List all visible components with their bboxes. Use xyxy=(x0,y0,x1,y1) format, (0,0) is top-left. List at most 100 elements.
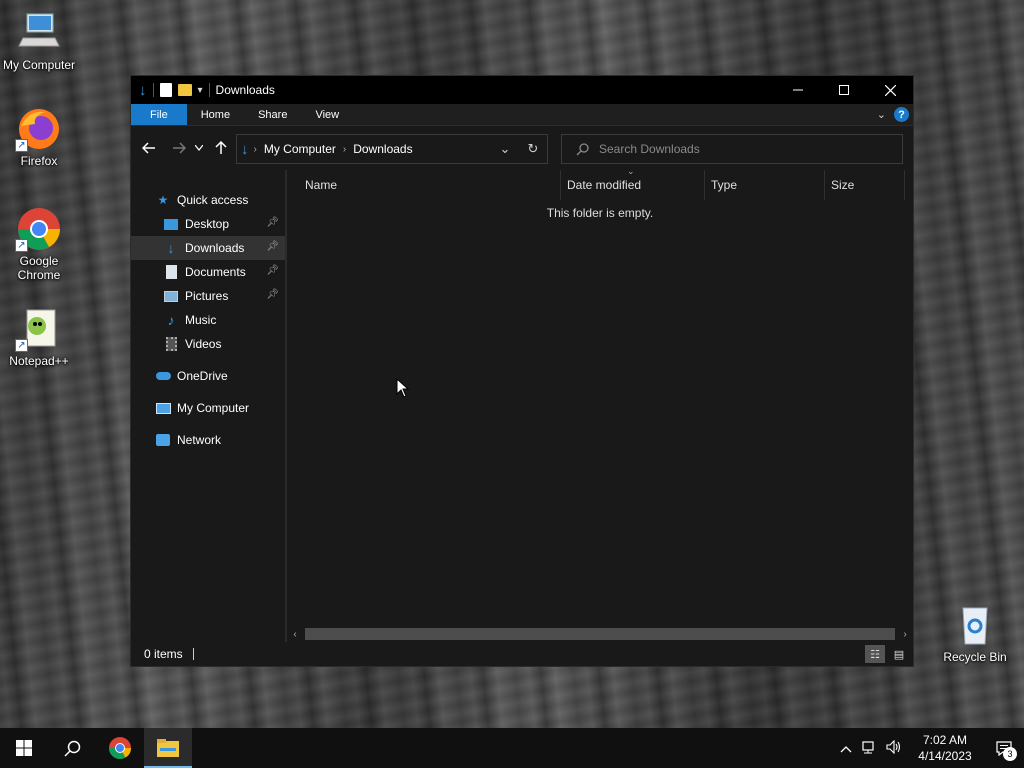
nav-network[interactable]: Network xyxy=(131,428,285,452)
up-button[interactable] xyxy=(210,137,232,159)
tab-home[interactable]: Home xyxy=(187,104,244,125)
empty-folder-message: This folder is empty. xyxy=(546,206,654,220)
computer-icon xyxy=(15,10,63,56)
desktop-icon-my-computer[interactable]: My Computer xyxy=(1,10,77,72)
refresh-icon[interactable]: ↻ xyxy=(519,141,547,157)
window-title: Downloads xyxy=(215,83,275,97)
desktop-icon-recycle-bin[interactable]: Recycle Bin xyxy=(937,602,1013,664)
navigation-bar: ↓ › My Computer › Downloads ⌄ ↻ Search D… xyxy=(131,126,913,170)
nav-documents[interactable]: Documents 📌︎ xyxy=(131,260,285,284)
forward-button[interactable] xyxy=(168,137,190,159)
computer-icon xyxy=(155,400,171,416)
action-center-button[interactable]: 3 xyxy=(984,728,1024,768)
tab-share[interactable]: Share xyxy=(244,104,301,125)
shortcut-arrow-icon: ↗ xyxy=(15,339,28,352)
pin-icon: 📌︎ xyxy=(266,265,279,276)
search-box[interactable]: Search Downloads xyxy=(561,134,903,164)
mouse-cursor-icon xyxy=(396,378,410,398)
nav-label: My Computer xyxy=(177,401,250,415)
scroll-left-icon[interactable]: ‹ xyxy=(287,629,303,640)
nav-label: Desktop xyxy=(185,217,230,231)
nav-desktop[interactable]: Desktop 📌︎ xyxy=(131,212,285,236)
scroll-right-icon[interactable]: › xyxy=(897,629,913,640)
pin-icon: 📌︎ xyxy=(266,217,279,228)
clock[interactable]: 7:02 AM 4/14/2023 xyxy=(912,732,978,764)
desktop-icon-chrome[interactable]: ↗ Google Chrome xyxy=(1,206,77,282)
ribbon-tabs: File Home Share View ⌄ ? xyxy=(131,104,913,126)
nav-music[interactable]: ♪ Music xyxy=(131,308,285,332)
maximize-button[interactable] xyxy=(821,76,867,104)
desktop-icon-label: Google Chrome xyxy=(17,254,61,282)
desktop-icon-label: Recycle Bin xyxy=(943,650,1007,664)
address-bar[interactable]: ↓ › My Computer › Downloads ⌄ ↻ xyxy=(236,134,548,164)
horizontal-scrollbar[interactable]: ‹ › xyxy=(287,626,913,642)
help-icon[interactable]: ? xyxy=(894,107,909,122)
column-header-type[interactable]: Type xyxy=(705,170,825,200)
system-tray: 7:02 AM 4/14/2023 3 xyxy=(834,728,1024,768)
chevron-up-icon[interactable] xyxy=(834,741,858,756)
breadcrumb-downloads[interactable]: Downloads xyxy=(353,142,412,156)
title-bar[interactable]: ↓ ▾ Downloads xyxy=(131,76,913,104)
explorer-body: ★ Quick access Desktop 📌︎ ↓ Downloads 📌︎… xyxy=(131,166,913,642)
chevron-right-icon[interactable]: › xyxy=(343,144,346,155)
customize-toolbar-icon[interactable]: ▾ xyxy=(198,85,203,96)
volume-icon[interactable] xyxy=(882,739,906,757)
breadcrumb-my-computer[interactable]: My Computer xyxy=(264,142,336,156)
properties-icon[interactable] xyxy=(159,83,172,97)
search-input[interactable]: Search Downloads xyxy=(599,142,700,156)
address-history-dropdown-icon[interactable]: ⌄ xyxy=(491,141,519,157)
address-bar-controls: ⌄ ↻ xyxy=(491,135,547,163)
shortcut-arrow-icon: ↗ xyxy=(15,139,28,152)
file-explorer-window: ↓ ▾ Downloads File Home Share View ⌄ ? ↓… xyxy=(130,75,914,667)
scrollbar-thumb[interactable] xyxy=(305,628,895,640)
shortcut-arrow-icon: ↗ xyxy=(15,239,28,252)
quick-access-toolbar: ↓ ▾ xyxy=(131,82,210,99)
new-folder-icon[interactable] xyxy=(177,84,192,96)
notification-count-badge: 3 xyxy=(1003,747,1017,761)
column-header-size[interactable]: Size xyxy=(825,170,905,200)
divider xyxy=(208,83,210,97)
back-button[interactable] xyxy=(138,137,160,159)
desktop-icon-label: My Computer xyxy=(2,58,76,72)
nav-label: Pictures xyxy=(185,289,229,303)
sort-indicator-icon: ⌄ xyxy=(627,166,635,176)
nav-quick-access[interactable]: ★ Quick access xyxy=(131,188,285,212)
start-button[interactable] xyxy=(0,728,48,768)
nav-pictures[interactable]: Pictures 📌︎ xyxy=(131,284,285,308)
download-arrow-icon: ↓ xyxy=(167,240,175,256)
documents-icon xyxy=(163,264,179,280)
expand-ribbon-icon[interactable]: ⌄ xyxy=(877,108,886,121)
desktop-icon-label: Firefox xyxy=(20,154,58,168)
nav-onedrive[interactable]: OneDrive xyxy=(131,364,285,388)
recycle-bin-icon xyxy=(951,602,999,648)
ribbon-right-controls: ⌄ ? xyxy=(877,107,909,122)
close-button[interactable] xyxy=(867,76,913,104)
tab-file[interactable]: File xyxy=(131,104,187,125)
file-list[interactable]: Name Date modified Type Size ⌄ This fold… xyxy=(287,166,913,642)
desktop-icon-label: Notepad++ xyxy=(9,354,69,368)
nav-videos[interactable]: Videos xyxy=(131,332,285,356)
nav-my-computer[interactable]: My Computer xyxy=(131,396,285,420)
divider xyxy=(192,648,194,660)
windows-logo-icon xyxy=(16,740,32,756)
tab-view[interactable]: View xyxy=(301,104,353,125)
downloads-folder-icon: ↓ xyxy=(241,140,249,158)
nav-label: Network xyxy=(177,433,222,447)
column-header-name[interactable]: Name xyxy=(299,170,561,200)
minimize-button[interactable] xyxy=(775,76,821,104)
recent-locations-button[interactable] xyxy=(192,137,206,159)
taskbar-chrome[interactable] xyxy=(96,728,144,768)
network-status-icon[interactable] xyxy=(858,740,882,757)
nav-label: Videos xyxy=(185,337,222,351)
search-button[interactable] xyxy=(48,728,96,768)
large-icons-view-icon[interactable]: ▤ xyxy=(889,645,909,663)
desktop-icon-firefox[interactable]: ↗ Firefox xyxy=(1,106,77,168)
cloud-icon xyxy=(155,368,171,384)
nav-downloads[interactable]: ↓ Downloads 📌︎ xyxy=(131,236,285,260)
desktop-icon-notepadplusplus[interactable]: ↗ Notepad++ xyxy=(1,306,77,368)
details-view-icon[interactable]: ☷ xyxy=(865,645,885,663)
taskbar-file-explorer[interactable] xyxy=(144,728,192,768)
